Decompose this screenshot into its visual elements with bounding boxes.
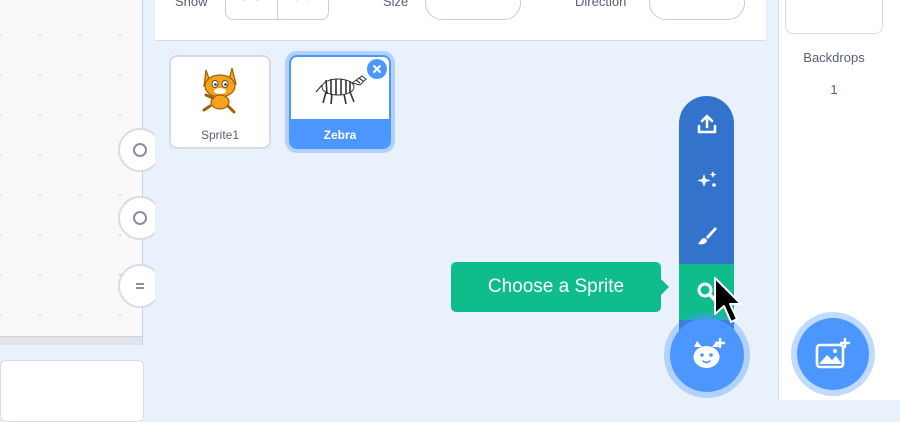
show-visible-toggle[interactable] [226, 0, 277, 19]
sprite-info-panel: Show Size Direction [155, 0, 766, 41]
upload-icon [697, 114, 716, 134]
zebra-costume-icon [315, 75, 367, 105]
size-input[interactable] [425, 0, 521, 20]
choose-backdrop-button[interactable] [797, 318, 869, 390]
size-label: Size [383, 0, 409, 9]
image-plus-icon [815, 337, 851, 369]
cat-plus-icon [693, 337, 726, 368]
sparkles-icon [696, 171, 716, 187]
show-toggle-group [225, 0, 329, 20]
sprite-tile-sprite1[interactable]: Sprite1 [169, 55, 271, 149]
stage-thumbnail[interactable] [785, 0, 883, 34]
upload-sprite-button[interactable] [679, 96, 734, 152]
choose-sprite-tooltip: Choose a Sprite [451, 262, 669, 312]
show-hidden-toggle[interactable] [276, 0, 329, 19]
close-icon [373, 65, 381, 73]
paint-sprite-button[interactable] [679, 208, 734, 264]
brush-icon [697, 227, 717, 245]
mouse-cursor-icon [714, 277, 742, 323]
choose-sprite-main-button[interactable] [670, 318, 744, 392]
zoom-in-icon [133, 143, 147, 157]
show-label: Show [175, 0, 208, 9]
sprite-name: Sprite1 [200, 128, 240, 142]
tooltip-arrow [661, 279, 669, 295]
zoom-out-icon [133, 211, 147, 225]
delete-sprite-button[interactable] [367, 59, 387, 79]
surprise-sprite-button[interactable] [679, 152, 734, 208]
eye-closed-icon [295, 0, 310, 1]
cat-costume-icon [202, 67, 237, 114]
direction-input[interactable] [649, 0, 745, 20]
code-area-scrollbar[interactable] [0, 336, 142, 345]
tooltip-text: Choose a Sprite [487, 276, 625, 297]
backdrops-count: 1 [830, 82, 838, 97]
sprite-tile-zebra[interactable]: Zebra [289, 55, 391, 149]
backdrops-label: Backdrops [803, 50, 865, 65]
code-area-lower-panel [0, 360, 144, 422]
sprite-name: Zebra [291, 119, 389, 147]
eye-open-icon [244, 0, 259, 1]
direction-label: Direction [575, 0, 627, 9]
zoom-reset-icon [136, 283, 144, 289]
